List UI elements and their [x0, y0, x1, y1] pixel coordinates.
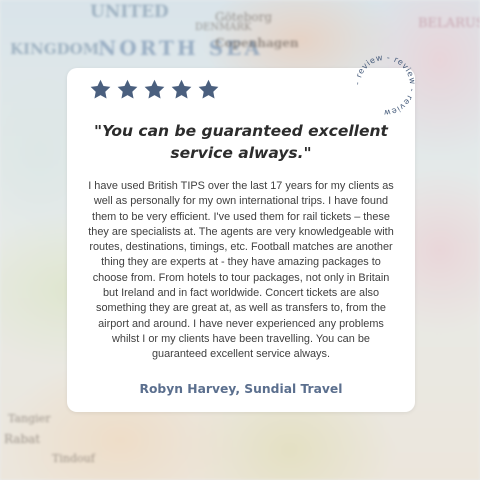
star-icon: [143, 78, 166, 101]
map-label: DENMARK: [195, 22, 252, 33]
map-label: BELARUS: [418, 16, 480, 31]
map-label: Tangier: [8, 412, 51, 425]
map-label: Rabat: [4, 432, 41, 446]
review-author: Robyn Harvey, Sundial Travel: [139, 382, 343, 396]
star-icon: [89, 78, 112, 101]
star-icon: [170, 78, 193, 101]
svg-text:- review - review - review: - review - review - review: [352, 52, 418, 118]
badge-text: - review - review - review: [352, 52, 418, 118]
map-label: Copenhagen: [215, 36, 299, 50]
review-body: I have used British TIPS over the last 1…: [88, 180, 394, 361]
map-label: UNITED: [90, 2, 169, 22]
star-rating: [89, 78, 220, 101]
map-label: Tindouf: [52, 452, 95, 465]
review-badge: - review - review - review: [352, 52, 418, 118]
star-icon: [116, 78, 139, 101]
star-icon: [197, 78, 220, 101]
review-quote: "You can be guaranteed excellent service…: [94, 122, 388, 162]
map-label: KINGDOM: [10, 40, 100, 58]
